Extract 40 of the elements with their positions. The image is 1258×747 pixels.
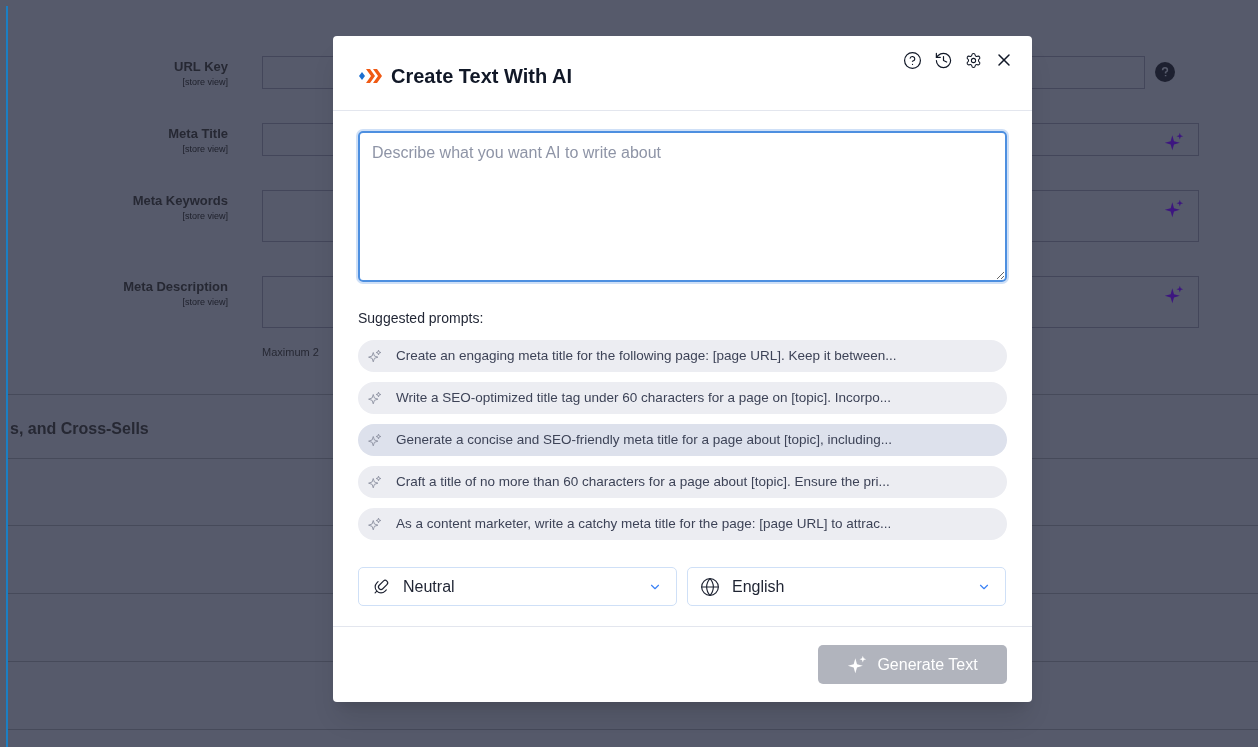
sparkle-icon	[368, 349, 382, 363]
prompt-text: As a content marketer, write a catchy meta title for the page: [page URL] to attrac...	[396, 514, 892, 533]
sparkle-icon	[1164, 199, 1184, 219]
prompt-suggestion[interactable]: Write a SEO-optimized title tag under 60 characters for a page on [topic]. Incorpo...	[358, 382, 1007, 414]
prompt-suggestion[interactable]: Generate a concise and SEO-friendly meta title for a page about [topic], including...	[358, 424, 1007, 456]
logo-icon	[359, 66, 383, 86]
sparkle-icon	[847, 654, 868, 675]
prompt-text: Generate a concise and SEO-friendly meta title for a page about [topic], including...	[396, 430, 893, 449]
sparkle-icon	[368, 517, 382, 531]
select-value: English	[732, 576, 786, 597]
sparkle-icon	[368, 391, 382, 405]
sparkle-icon	[1164, 285, 1184, 305]
scope-label: [store view]	[182, 210, 228, 222]
field-label: URL Key	[174, 58, 228, 76]
scope-label: [store view]	[182, 76, 228, 88]
dialog-title: Create Text With AI	[391, 64, 572, 89]
prompt-text: Craft a title of no more than 60 characters for a page about [topic]. Ensure the pri...	[396, 472, 890, 491]
field-label: Meta Keywords	[132, 192, 228, 210]
scope-label: [store view]	[182, 296, 228, 308]
select-value: Neutral	[403, 576, 456, 597]
field-label: Meta Title	[168, 125, 228, 143]
prompt-text: Create an engaging meta title for the following page: [page URL]. Keep it between...	[396, 346, 897, 365]
help-icon[interactable]	[903, 50, 922, 70]
field-label: Meta Description	[123, 278, 228, 296]
suggested-prompts-label: Suggested prompts:	[358, 309, 485, 328]
prompt-suggestion[interactable]: Craft a title of no more than 60 characters for a page about [topic]. Ensure the pri...	[358, 466, 1007, 498]
prompt-suggestion[interactable]: As a content marketer, write a catchy meta title for the page: [page URL] to attrac...	[358, 508, 1007, 540]
prompt-text: Write a SEO-optimized title tag under 60 characters for a page on [topic]. Incorpo...	[396, 388, 891, 407]
language-select[interactable]: English	[687, 567, 1006, 606]
globe-icon	[700, 576, 720, 597]
prompt-suggestion[interactable]: Create an engaging meta title for the following page: [page URL]. Keep it between...	[358, 340, 1007, 372]
sparkle-icon	[368, 433, 382, 447]
scope-label: [store view]	[182, 143, 228, 155]
sparkle-icon	[368, 475, 382, 489]
tone-select[interactable]: Neutral	[358, 567, 677, 606]
sparkle-icon	[1164, 132, 1184, 152]
prompt-field[interactable]: Describe what you want AI to write about	[358, 131, 1007, 282]
section-title: s, and Cross-Sells	[10, 418, 149, 439]
history-icon[interactable]	[934, 50, 953, 70]
settings-icon[interactable]	[965, 51, 982, 69]
